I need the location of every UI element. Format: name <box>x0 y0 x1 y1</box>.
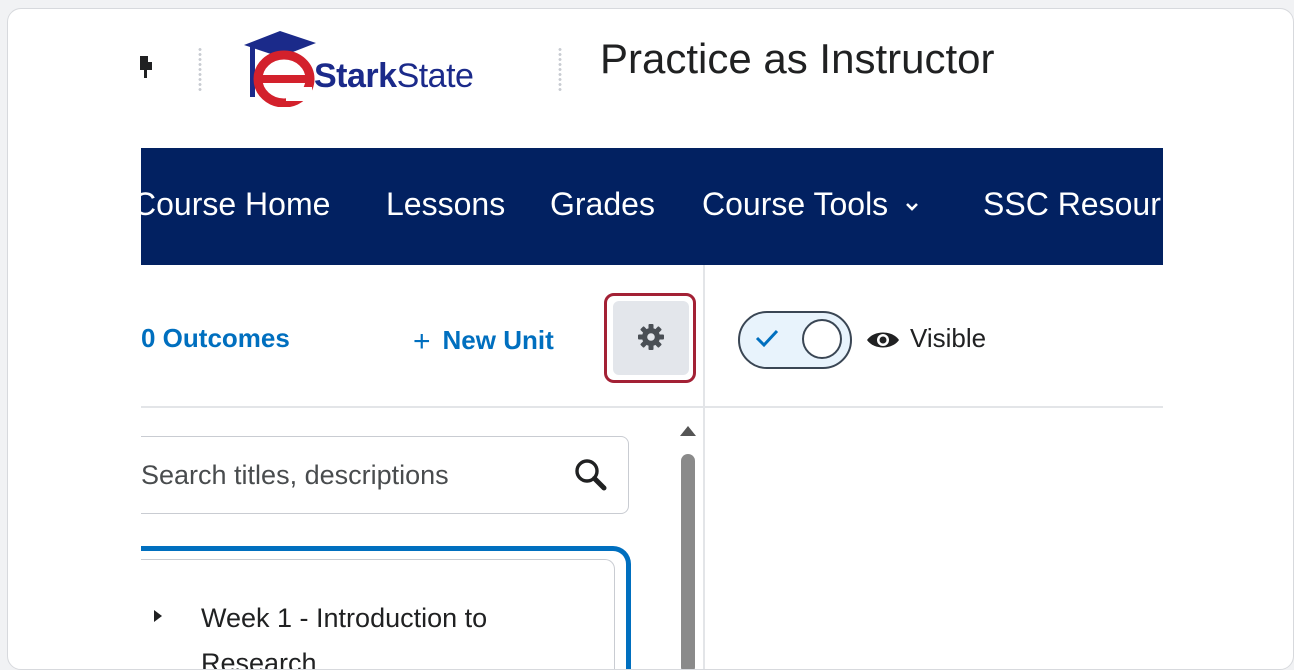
plus-icon: + <box>413 325 431 358</box>
divider <box>705 406 1163 408</box>
toggle-knob <box>802 319 842 359</box>
nav-item-grades[interactable]: Grades <box>550 186 655 223</box>
scroll-up-arrow[interactable] <box>680 426 696 436</box>
nav-item-ssc-resources[interactable]: SSC Resour <box>983 186 1161 223</box>
nav-item-lessons[interactable]: Lessons <box>386 186 505 223</box>
unit-list-focus: Week 1 - Introduction to Research <box>141 546 631 670</box>
panel-divider[interactable] <box>703 265 705 669</box>
nav-item-label: Course Tools <box>702 186 889 222</box>
chevron-down-icon <box>906 202 918 211</box>
screenshot-frame: StarkState Practice as Instructor Course… <box>7 8 1294 670</box>
scrollbar-thumb[interactable] <box>681 454 695 669</box>
outcomes-link[interactable]: 0 Outcomes <box>141 323 290 354</box>
estarkstate-logo[interactable]: StarkState <box>240 27 524 107</box>
caret-right-icon[interactable] <box>154 610 162 622</box>
course-header: StarkState Practice as Instructor <box>8 9 1293 149</box>
list-item[interactable]: Week 1 - Introduction to Research <box>141 559 615 670</box>
nav-item-course-home[interactable]: Course Home <box>141 186 330 223</box>
logo-mark-icon <box>244 31 316 107</box>
visibility-toggle[interactable] <box>738 311 852 369</box>
course-title[interactable]: Practice as Instructor <box>600 35 994 83</box>
unit-title: Week 1 - Introduction to Research <box>201 603 488 670</box>
new-unit-button[interactable]: + New Unit <box>413 323 554 358</box>
logo-text: StarkState <box>314 57 474 95</box>
nav-item-course-tools[interactable]: Course Tools <box>702 186 919 223</box>
search-icon[interactable] <box>573 457 609 493</box>
waffle-menu-icon[interactable] <box>138 54 154 80</box>
gear-icon <box>638 324 664 350</box>
header-divider <box>558 47 562 93</box>
course-navbar: Course Home Lessons Grades Course Tools … <box>141 148 1163 265</box>
header-divider <box>198 47 202 93</box>
checkmark-icon <box>755 329 779 348</box>
search-box <box>141 436 629 514</box>
eye-icon <box>867 332 899 348</box>
visibility-label: Visible <box>910 323 987 353</box>
new-unit-label: New Unit <box>442 325 554 355</box>
settings-button[interactable] <box>613 301 689 375</box>
search-input[interactable] <box>141 437 561 513</box>
divider <box>141 406 703 408</box>
